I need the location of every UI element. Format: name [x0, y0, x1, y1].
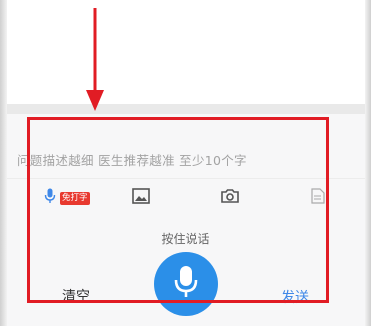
phone-bezel-right: [365, 0, 371, 326]
annotation-highlight-box: [27, 117, 329, 303]
phone-bezel-left: [0, 0, 7, 326]
page-background: [0, 0, 371, 116]
annotation-arrow-icon: [82, 8, 108, 116]
